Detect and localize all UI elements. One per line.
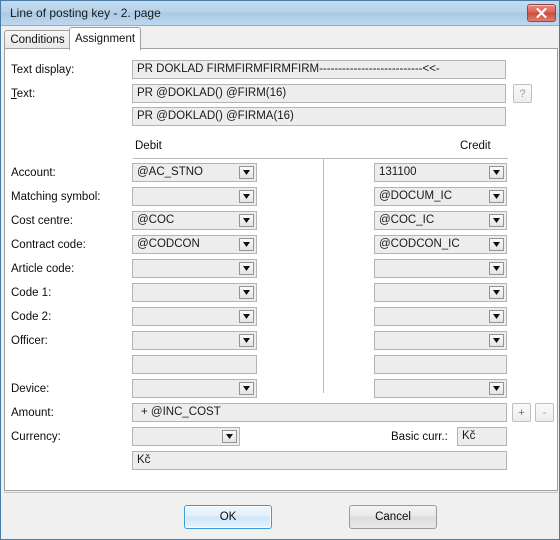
tab-conditions-label: Conditions	[10, 34, 65, 46]
chevron-down-icon[interactable]	[239, 334, 254, 347]
account-debit-value: @AC_STNO	[137, 166, 203, 178]
article-code-credit-combo[interactable]	[374, 259, 507, 278]
chevron-down-icon[interactable]	[239, 166, 254, 179]
text-label: Text:	[11, 88, 35, 100]
basic-currency-field[interactable]: Kč	[457, 427, 507, 446]
tab-page-assignment: Text display: PR DOKLAD FIRMFIRMFIRMFIRM…	[4, 48, 558, 491]
officer-credit-combo[interactable]	[374, 331, 507, 350]
code-1-credit-combo[interactable]	[374, 283, 507, 302]
text-field[interactable]: PR @DOKLAD() @FIRM(16)	[132, 84, 506, 103]
row-label-article-code: Article code:	[11, 263, 75, 275]
row-label-contract-code: Contract code:	[11, 239, 86, 251]
chevron-down-icon[interactable]	[239, 190, 254, 203]
amount-plus-button[interactable]: +	[512, 403, 531, 422]
text-resolved-field[interactable]: PR @DOKLAD() @FIRMA(16)	[132, 107, 506, 126]
chevron-down-icon[interactable]	[239, 214, 254, 227]
title-bar: Line of posting key - 2. page	[1, 1, 559, 26]
device-credit-combo[interactable]	[374, 379, 507, 398]
extra-credit-field[interactable]	[374, 355, 507, 374]
cost-centre-debit-value: @COC	[137, 214, 175, 226]
contract-code-credit-combo[interactable]: @CODCON_IC	[374, 235, 507, 254]
currency-label: Currency:	[11, 431, 61, 443]
chevron-down-icon[interactable]	[239, 238, 254, 251]
dialog-window: Line of posting key - 2. page Conditions…	[0, 0, 560, 540]
text-display-field[interactable]: PR DOKLAD FIRMFIRMFIRMFIRM--------------…	[132, 60, 506, 79]
row-label-matching-symbol: Matching symbol:	[11, 191, 101, 203]
chevron-down-icon[interactable]	[239, 262, 254, 275]
chevron-down-icon[interactable]	[489, 214, 504, 227]
currency-note-field[interactable]: Kč	[132, 451, 507, 470]
account-credit-value: 131100	[379, 166, 417, 178]
row-label-code-2: Code 2:	[11, 311, 52, 323]
close-icon[interactable]	[527, 4, 556, 22]
account-credit-combo[interactable]: 131100	[374, 163, 507, 182]
matching-symbol-debit-combo[interactable]	[132, 187, 257, 206]
row-label-cost-centre: Cost centre:	[11, 215, 73, 227]
account-debit-combo[interactable]: @AC_STNO	[132, 163, 257, 182]
credit-column-header: Credit	[460, 140, 491, 152]
row-label-code-1: Code 1:	[11, 287, 52, 299]
extra-debit-field[interactable]	[132, 355, 257, 374]
column-divider	[323, 159, 324, 393]
amount-minus-button[interactable]: -	[535, 403, 554, 422]
device-debit-combo[interactable]	[132, 379, 257, 398]
button-bar-divider	[4, 492, 558, 493]
chevron-down-icon[interactable]	[489, 310, 504, 323]
chevron-down-icon[interactable]	[489, 190, 504, 203]
code-2-credit-combo[interactable]	[374, 307, 507, 326]
chevron-down-icon[interactable]	[222, 430, 237, 443]
chevron-down-icon[interactable]	[489, 262, 504, 275]
amount-label: Amount:	[11, 407, 54, 419]
ok-button[interactable]: OK	[184, 505, 272, 529]
text-label-rest: ext:	[16, 88, 36, 100]
contract-code-debit-value: @CODCON	[137, 238, 200, 250]
debit-column-header: Debit	[135, 140, 162, 152]
tab-conditions[interactable]: Conditions	[4, 30, 71, 49]
tab-assignment[interactable]: Assignment	[69, 27, 141, 50]
chevron-down-icon[interactable]	[489, 334, 504, 347]
tab-assignment-label: Assignment	[74, 33, 136, 45]
dialog-button-bar: OK Cancel	[4, 492, 558, 537]
cost-centre-debit-combo[interactable]: @COC	[132, 211, 257, 230]
help-button[interactable]: ?	[513, 84, 532, 103]
officer-debit-combo[interactable]	[132, 331, 257, 350]
amount-field[interactable]: + @INC_COST	[132, 403, 507, 422]
chevron-down-icon[interactable]	[489, 166, 504, 179]
row-label-officer: Officer:	[11, 335, 48, 347]
row-label-device: Device:	[11, 383, 50, 395]
chevron-down-icon[interactable]	[489, 382, 504, 395]
window-title: Line of posting key - 2. page	[10, 6, 161, 20]
matching-symbol-credit-combo[interactable]: @DOCUM_IC	[374, 187, 507, 206]
cancel-button[interactable]: Cancel	[349, 505, 437, 529]
header-divider	[133, 158, 508, 159]
chevron-down-icon[interactable]	[239, 382, 254, 395]
article-code-debit-combo[interactable]	[132, 259, 257, 278]
chevron-down-icon[interactable]	[239, 286, 254, 299]
chevron-down-icon[interactable]	[489, 286, 504, 299]
contract-code-credit-value: @CODCON_IC	[379, 238, 460, 250]
currency-combo[interactable]	[132, 427, 240, 446]
chevron-down-icon[interactable]	[239, 310, 254, 323]
contract-code-debit-combo[interactable]: @CODCON	[132, 235, 257, 254]
cost-centre-credit-value: @COC_IC	[379, 214, 435, 226]
code-2-debit-combo[interactable]	[132, 307, 257, 326]
row-label-account: Account:	[11, 167, 56, 179]
matching-symbol-credit-value: @DOCUM_IC	[379, 190, 453, 202]
basic-currency-label: Basic curr.:	[391, 431, 448, 443]
cost-centre-credit-combo[interactable]: @COC_IC	[374, 211, 507, 230]
tab-strip: Conditions Assignment	[4, 27, 558, 50]
chevron-down-icon[interactable]	[489, 238, 504, 251]
code-1-debit-combo[interactable]	[132, 283, 257, 302]
text-display-label: Text display:	[11, 64, 75, 76]
